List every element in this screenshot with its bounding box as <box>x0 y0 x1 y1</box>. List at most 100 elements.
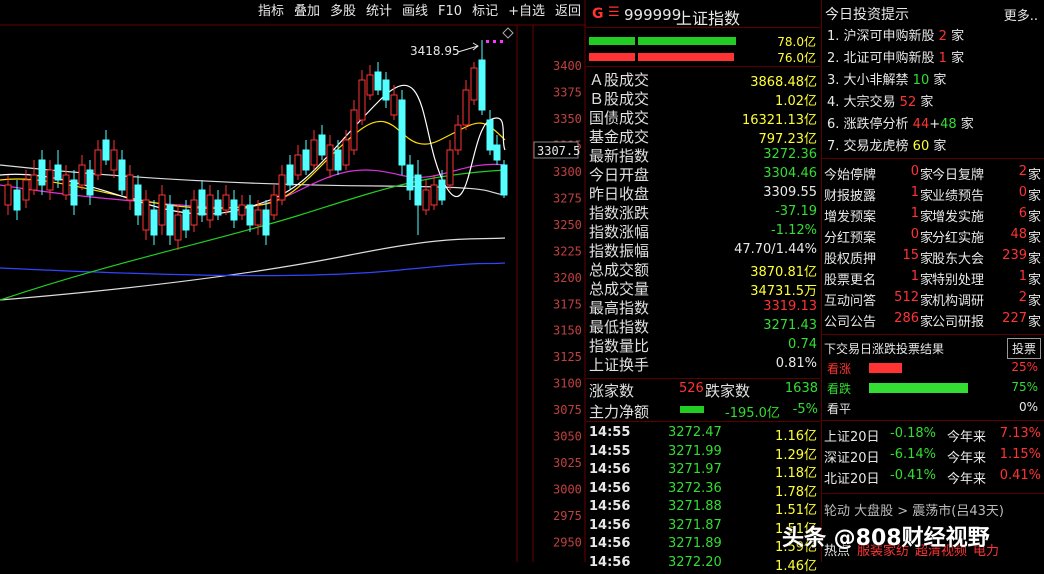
candle-body[interactable] <box>214 199 222 216</box>
vote-button[interactable]: 投票 <box>1006 338 1041 359</box>
candle-body[interactable] <box>366 74 374 96</box>
candle-body[interactable] <box>230 199 238 221</box>
candle-body[interactable] <box>94 149 102 176</box>
menu-icon[interactable]: ☰ <box>608 5 620 20</box>
tip-item-unit: 家 <box>946 29 965 44</box>
candle-body[interactable] <box>70 179 78 206</box>
tip-item-label: 2. 北证可申购新股 <box>827 51 939 66</box>
tick-price: 3271.87 <box>668 517 722 533</box>
bar-sell-b <box>638 53 734 61</box>
candle-body[interactable] <box>382 79 390 101</box>
candle-body[interactable] <box>142 199 150 231</box>
candle-body[interactable] <box>13 189 21 211</box>
candle-body[interactable] <box>62 174 70 196</box>
candle-body[interactable] <box>4 184 12 206</box>
net-flow-bar <box>680 406 704 413</box>
candle-body[interactable] <box>478 59 486 111</box>
candle-body[interactable] <box>294 154 302 176</box>
candle-body[interactable] <box>126 174 134 201</box>
candle-body[interactable] <box>38 159 46 186</box>
candle-body[interactable] <box>102 139 110 161</box>
candle-body[interactable] <box>222 194 230 211</box>
tip-item[interactable]: 4. 大宗交易 52 家 <box>827 91 933 110</box>
candle-body[interactable] <box>158 194 166 226</box>
event-count: 1 <box>910 185 919 200</box>
candle-body[interactable] <box>86 169 94 196</box>
kline-svg[interactable]: 3400337533503325330032753250322532003175… <box>0 0 586 562</box>
candle-body[interactable] <box>262 209 270 236</box>
candle-body[interactable] <box>486 119 494 151</box>
candle-body[interactable] <box>254 209 262 226</box>
tip-item[interactable]: 1. 沪深可申购新股 2 家 <box>827 25 964 44</box>
candle-body[interactable] <box>350 109 358 151</box>
axis-tick-label: 3100 <box>553 377 582 391</box>
kline-chart-panel[interactable]: 指标叠加多股统计画线F10标记+自选返回 3400337533503325330… <box>0 0 586 562</box>
candle-body[interactable] <box>454 124 462 151</box>
bar-buy-b <box>638 37 736 45</box>
candle-body[interactable] <box>500 164 508 196</box>
candle-body[interactable] <box>270 194 278 216</box>
candle-body[interactable] <box>430 184 438 206</box>
candle-body[interactable] <box>46 169 54 191</box>
tick-price: 3272.47 <box>668 425 722 440</box>
candle-body[interactable] <box>118 159 126 191</box>
candle-body[interactable] <box>246 204 254 226</box>
tip-item[interactable]: 7. 交易龙虎榜 60 家 <box>827 135 946 154</box>
tip-item-unit: 家 <box>929 73 947 88</box>
candle-body[interactable] <box>390 94 398 116</box>
candle-body[interactable] <box>358 79 366 121</box>
event-label: 增发实施 <box>932 210 985 225</box>
ma-250-line <box>0 237 506 301</box>
candle-body[interactable] <box>54 164 62 181</box>
candle-body[interactable] <box>406 164 414 191</box>
candle-body[interactable] <box>342 139 350 166</box>
candle-body[interactable] <box>134 184 142 216</box>
candle-body[interactable] <box>422 189 430 211</box>
candle-body[interactable] <box>206 194 214 221</box>
tip-item[interactable]: 6. 涨跌停分析 44+48 家 <box>827 113 974 132</box>
candle-body[interactable] <box>374 71 382 91</box>
candle-body[interactable] <box>278 174 286 201</box>
candle-body[interactable] <box>150 209 158 236</box>
candle-body[interactable] <box>398 99 406 166</box>
candle-body[interactable] <box>166 204 174 236</box>
candle-body[interactable] <box>302 149 310 171</box>
tick-time: 14:56 <box>589 480 631 496</box>
candle-body[interactable] <box>318 134 326 156</box>
tip-item[interactable]: 2. 北证可申购新股 1 家 <box>827 47 964 66</box>
diamond-icon[interactable] <box>502 27 514 39</box>
perf-ytd-label: 今年来 <box>946 430 986 445</box>
perf-ytd-label: 今年来 <box>946 472 986 487</box>
candle-body[interactable] <box>310 139 318 166</box>
candle-body[interactable] <box>190 199 198 226</box>
candle-body[interactable] <box>326 144 334 171</box>
candle-body[interactable] <box>334 149 342 171</box>
tip-item-count: 1 <box>938 51 947 66</box>
candle-body[interactable] <box>493 144 501 161</box>
quote-badge[interactable]: G <box>592 6 604 22</box>
candle-body[interactable] <box>198 189 206 216</box>
candle-body[interactable] <box>470 67 478 101</box>
candle-body[interactable] <box>414 174 422 206</box>
event-label: 公司公告 <box>824 315 877 330</box>
candle-body[interactable] <box>238 204 246 216</box>
more-link[interactable]: 更多.. <box>1004 5 1038 24</box>
candle-body[interactable] <box>446 149 454 186</box>
event-label: 股票更名 <box>824 273 877 288</box>
candle-body[interactable] <box>78 164 86 186</box>
candle-body[interactable] <box>174 214 182 241</box>
candle-body[interactable] <box>182 209 190 231</box>
candle-body[interactable] <box>286 164 294 186</box>
axis-tick-label: 3175 <box>553 297 582 311</box>
tick-volume: 1.51亿 <box>775 503 817 518</box>
tick-volume: 1.46亿 <box>775 558 817 574</box>
candle-body[interactable] <box>30 174 38 191</box>
candle-body[interactable] <box>438 179 446 201</box>
quote-value: 47.70/1.44% <box>734 242 817 257</box>
perf-20d: -0.18% <box>890 426 936 441</box>
axis-tick-label: 3300 <box>553 165 582 179</box>
candle-body[interactable] <box>462 89 470 126</box>
candle-body[interactable] <box>22 179 30 201</box>
tip-item[interactable]: 3. 大小非解禁 10 家 <box>827 69 946 88</box>
candle-body[interactable] <box>110 149 118 171</box>
